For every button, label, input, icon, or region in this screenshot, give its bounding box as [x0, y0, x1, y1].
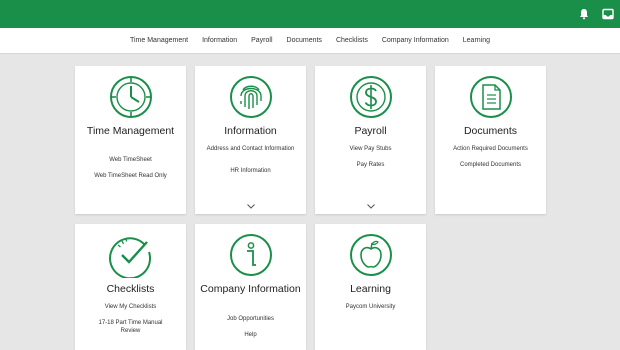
link-job-opportunities[interactable]: Job Opportunities: [201, 316, 300, 324]
link-paycom-university[interactable]: Paycom University: [321, 304, 420, 312]
card-checklists[interactable]: Checklists View My Checklists 17-18 Part…: [75, 224, 186, 350]
card-payroll[interactable]: Payroll View Pay Stubs Pay Rates: [315, 66, 426, 214]
link-part-time-manual-review[interactable]: 17-18 Part Time Manual Review: [93, 320, 168, 335]
link-help[interactable]: Help: [201, 332, 300, 340]
nav-payroll[interactable]: Payroll: [251, 37, 272, 44]
card-title: Payroll: [354, 125, 387, 137]
nav-documents[interactable]: Documents: [287, 37, 322, 44]
nav-bar: Time Management Information Payroll Docu…: [0, 28, 620, 54]
fingerprint-icon: [229, 76, 272, 118]
nav-learning[interactable]: Learning: [463, 37, 490, 44]
document-icon: [469, 76, 512, 118]
link-completed-documents[interactable]: Completed Documents: [441, 162, 540, 170]
card-learning[interactable]: Learning Paycom University: [315, 224, 426, 350]
chevron-down-icon[interactable]: [246, 204, 255, 209]
card-title: Checklists: [106, 283, 155, 295]
inbox-icon[interactable]: [602, 8, 614, 20]
card-documents[interactable]: Documents Action Required Documents Comp…: [435, 66, 546, 214]
link-action-required-documents[interactable]: Action Required Documents: [441, 146, 540, 154]
nav-information[interactable]: Information: [202, 37, 237, 44]
link-hr-information[interactable]: HR Information: [201, 168, 300, 176]
card-title: Time Management: [86, 125, 175, 137]
link-view-pay-stubs[interactable]: View Pay Stubs: [321, 146, 420, 154]
nav-company-information[interactable]: Company Information: [382, 37, 449, 44]
card-title: Company Information: [200, 283, 301, 295]
link-web-timesheet[interactable]: Web TimeSheet: [81, 157, 180, 165]
clock-icon: [109, 76, 152, 118]
card-time-management[interactable]: Time Management Web TimeSheet Web TimeSh…: [75, 66, 186, 214]
card-information[interactable]: Information Address and Contact Informat…: [195, 66, 306, 214]
chevron-down-icon[interactable]: [366, 204, 375, 209]
link-view-my-checklists[interactable]: View My Checklists: [81, 304, 180, 312]
card-title: Information: [224, 125, 277, 137]
dollar-icon: [349, 76, 392, 118]
link-web-timesheet-read-only[interactable]: Web TimeSheet Read Only: [81, 173, 180, 181]
bell-icon[interactable]: [578, 8, 590, 20]
top-bar: [0, 0, 620, 28]
link-pay-rates[interactable]: Pay Rates: [321, 162, 420, 170]
apple-icon: [349, 234, 392, 276]
card-company-information[interactable]: Company Information Job Opportunities He…: [195, 224, 306, 350]
card-title: Documents: [463, 125, 518, 137]
card-title: Learning: [350, 283, 391, 295]
info-icon: [229, 234, 272, 276]
nav-time-management[interactable]: Time Management: [130, 37, 188, 44]
nav-checklists[interactable]: Checklists: [336, 37, 368, 44]
checkmark-icon: [108, 237, 151, 278]
link-address-contact[interactable]: Address and Contact Information: [201, 146, 300, 154]
